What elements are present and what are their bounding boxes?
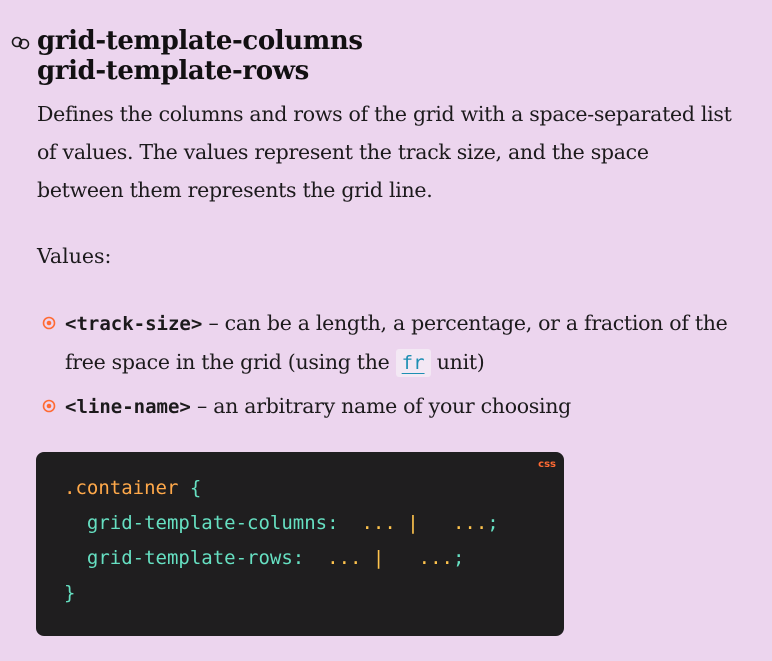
bullet-icon <box>42 316 56 330</box>
heading-line-rows: grid-template-rows <box>37 56 309 86</box>
code-open-brace: { <box>189 477 202 499</box>
code-block: css .container { grid-template-columns: … <box>36 452 564 636</box>
value-term: <track-size> <box>65 313 203 335</box>
code-content: .container { grid-template-columns: ... … <box>64 471 499 611</box>
heading-line-columns: grid-template-columns <box>37 26 363 56</box>
code-colon: : <box>327 512 339 534</box>
description-paragraph: Defines the columns and rows of the grid… <box>37 102 732 202</box>
property-section: grid-template-columns grid-template-rows… <box>0 0 772 661</box>
code-close-brace: } <box>64 582 76 604</box>
list-item-line-name: <line-name> – an arbitrary name of your … <box>37 387 757 426</box>
link-icon <box>11 36 30 50</box>
values-list: <track-size> – can be a length, a percen… <box>37 304 757 432</box>
code-value: ... | ... <box>327 547 453 569</box>
values-label: Values: <box>37 244 112 268</box>
fr-unit-link[interactable]: fr <box>395 349 431 377</box>
list-item-track-size: <track-size> – can be a length, a percen… <box>37 304 757 381</box>
code-language-label: css <box>538 459 556 470</box>
code-selector: .container <box>64 477 179 499</box>
code-property: grid-template-columns <box>86 512 328 534</box>
value-description-end: unit) <box>430 350 485 374</box>
value-term: <line-name> <box>65 396 191 418</box>
heading-anchor-link[interactable] <box>9 33 33 53</box>
value-description: – an arbitrary name of your choosing <box>190 394 571 418</box>
section-heading: grid-template-columns grid-template-rows <box>37 26 363 86</box>
bullet-icon <box>42 399 56 413</box>
code-semicolon: ; <box>452 547 465 569</box>
code-colon: : <box>292 547 305 569</box>
code-value: ... | ... <box>361 512 488 534</box>
code-property: grid-template-rows <box>86 547 293 569</box>
code-semicolon: ; <box>487 512 499 534</box>
